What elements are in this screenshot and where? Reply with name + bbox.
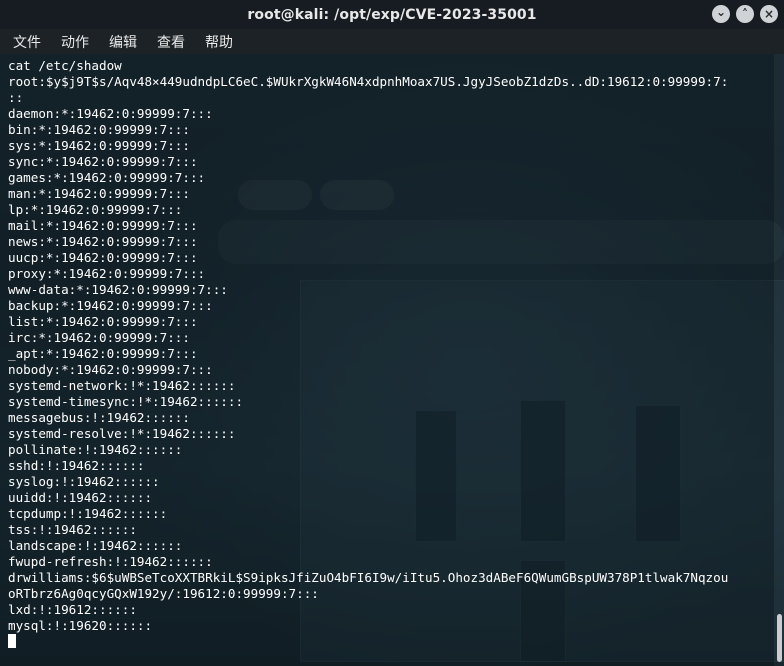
terminal-line: irc:*:19462:0:99999:7:::: [8, 330, 190, 345]
terminal-lines: cat /etc/shadow root:$y$j9T$s/Aqv48×449ud…: [8, 58, 772, 650]
terminal-line: fwupd-refresh:!:19462::::::: [8, 554, 213, 569]
terminal-line: proxy:*:19462:0:99999:7:::: [8, 266, 206, 281]
terminal-line: uucp:*:19462:0:99999:7:::: [8, 250, 198, 265]
minimize-button[interactable]: ⌄: [712, 5, 730, 23]
maximize-button[interactable]: ˄: [736, 5, 754, 23]
terminal-output-area[interactable]: cat /etc/shadow root:$y$j9T$s/Aqv48×449ud…: [0, 54, 774, 666]
title-bar[interactable]: root@kali: /opt/exp/CVE-2023-35001 ⌄ ˄ ×: [0, 0, 784, 29]
menu-help[interactable]: 帮助: [205, 32, 233, 52]
terminal-line: systemd-timesync:!*:19462::::::: [8, 394, 244, 409]
menu-file[interactable]: 文件: [13, 32, 41, 52]
terminal-line: systemd-resolve:!*:19462::::::: [8, 426, 236, 441]
terminal-line: ::: [8, 90, 24, 105]
terminal-line: root:$y$j9T$s/Aqv48×449udndpLC6eC.$WUkrX…: [8, 74, 729, 89]
terminal-line: oRTbrz6Ag0qcyGQxW192y/:19612:0:99999:7::…: [8, 586, 319, 601]
terminal-line: tss:!:19462::::::: [8, 522, 137, 537]
terminal-line: nobody:*:19462:0:99999:7:::: [8, 362, 213, 377]
terminal-line: messagebus:!:19462::::::: [8, 410, 190, 425]
window-title: root@kali: /opt/exp/CVE-2023-35001: [247, 6, 537, 23]
menu-action[interactable]: 动作: [61, 32, 89, 52]
terminal-line: man:*:19462:0:99999:7:::: [8, 186, 190, 201]
terminal-line: landscape:!:19462::::::: [8, 538, 183, 553]
terminal-line: uuidd:!:19462::::::: [8, 490, 153, 505]
terminal-line: pollinate:!:19462::::::: [8, 442, 183, 457]
terminal-line: list:*:19462:0:99999:7:::: [8, 314, 198, 329]
terminal-line: cat /etc/shadow: [8, 58, 122, 73]
menu-view[interactable]: 查看: [157, 32, 185, 52]
maximize-icon: ˄: [742, 7, 748, 21]
terminal-line: sshd:!:19462::::::: [8, 458, 145, 473]
scrollbar-thumb[interactable]: [777, 614, 782, 662]
terminal-line: mail:*:19462:0:99999:7:::: [8, 218, 198, 233]
terminal-line: bin:*:19462:0:99999:7:::: [8, 122, 190, 137]
close-icon: ×: [763, 7, 775, 21]
menu-edit[interactable]: 编辑: [109, 32, 137, 52]
terminal-line: lp:*:19462:0:99999:7:::: [8, 202, 183, 217]
terminal-line: mysql:!:19620::::::: [8, 618, 153, 633]
terminal-line: daemon:*:19462:0:99999:7:::: [8, 106, 213, 121]
terminal-line: _apt:*:19462:0:99999:7:::: [8, 346, 198, 361]
terminal-line: lxd:!:19612::::::: [8, 602, 137, 617]
terminal-line: sys:*:19462:0:99999:7:::: [8, 138, 190, 153]
terminal-line: games:*:19462:0:99999:7:::: [8, 170, 206, 185]
menu-bar: 文件 动作 编辑 查看 帮助: [0, 29, 784, 54]
terminal-prompt-line[interactable]: [8, 634, 772, 650]
terminal-line: drwilliams:$6$uWBSeTcoXXTBRkiL$S9ipksJfi…: [8, 570, 729, 585]
terminal-line: syslog:!:19462::::::: [8, 474, 160, 489]
terminal-line: backup:*:19462:0:99999:7:::: [8, 298, 213, 313]
terminal-line: tcpdump:!:19462::::::: [8, 506, 168, 521]
terminal-line: www-data:*:19462:0:99999:7:::: [8, 282, 228, 297]
terminal-line: sync:*:19462:0:99999:7:::: [8, 154, 198, 169]
terminal-scrollbar[interactable]: [774, 54, 784, 666]
minimize-icon: ⌄: [715, 5, 727, 19]
terminal-line: news:*:19462:0:99999:7:::: [8, 234, 198, 249]
terminal-line: systemd-network:!*:19462::::::: [8, 378, 236, 393]
text-cursor: [8, 634, 16, 648]
terminal-window: root@kali: /opt/exp/CVE-2023-35001 ⌄ ˄ ×…: [0, 0, 784, 666]
close-button[interactable]: ×: [760, 5, 778, 23]
window-controls: ⌄ ˄ ×: [712, 5, 778, 23]
